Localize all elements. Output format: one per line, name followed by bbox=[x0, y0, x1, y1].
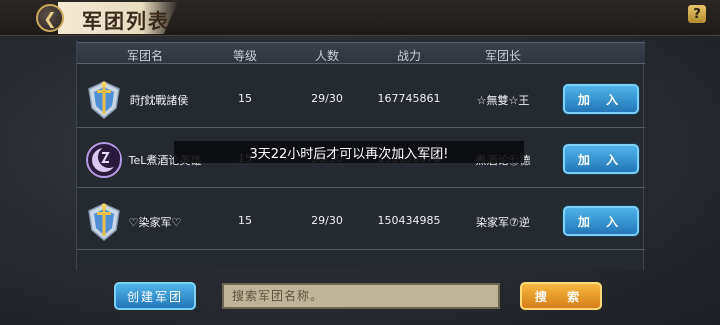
column-header-level: 等级 bbox=[232, 49, 258, 63]
guild-members: 29/30 bbox=[311, 92, 343, 105]
back-arrow-icon: ❮ bbox=[43, 8, 57, 28]
create-guild-button[interactable]: 创建军团 bbox=[114, 282, 196, 310]
guild-name: ♡染家军♡ bbox=[128, 216, 182, 229]
back-button[interactable]: ❮ bbox=[36, 4, 64, 32]
search-button[interactable]: 搜 索 bbox=[520, 282, 602, 310]
guild-search-input[interactable] bbox=[222, 283, 500, 309]
guild-members: 29/30 bbox=[311, 214, 343, 227]
shield-emblem-icon bbox=[88, 203, 120, 241]
guild-level: 15 bbox=[238, 92, 252, 105]
shield-emblem-icon bbox=[88, 81, 120, 119]
guild-leader: ☆無雙☆王 bbox=[476, 94, 530, 107]
guild-power: 150434985 bbox=[377, 214, 441, 227]
column-header-members: 人数 bbox=[314, 49, 340, 63]
join-button[interactable]: 加 入 bbox=[563, 206, 639, 236]
column-header-name: 军团名 bbox=[126, 49, 164, 63]
moon-emblem-icon bbox=[86, 142, 122, 178]
guild-power: 167745861 bbox=[377, 92, 441, 105]
help-button[interactable]: ? bbox=[688, 5, 706, 23]
column-header-leader: 军团长 bbox=[484, 49, 522, 63]
guild-name: 莳ƒ鈂戰諸侯 bbox=[129, 94, 189, 107]
table-row[interactable]: ♡染家军♡ 15 29/30 150434985 染家军⑦逆 加 入 bbox=[77, 192, 645, 250]
top-bar: ❮ 军团列表 ? bbox=[0, 0, 720, 36]
page-title: 军团列表 bbox=[82, 9, 170, 33]
join-button[interactable]: 加 入 bbox=[563, 84, 639, 114]
column-header-power: 战力 bbox=[396, 49, 422, 63]
toast-message: 3天22小时后才可以再次加入军团! bbox=[174, 141, 524, 163]
table-row[interactable]: 莳ƒ鈂戰諸侯 15 29/30 167745861 ☆無雙☆王 加 入 bbox=[77, 70, 645, 128]
join-button[interactable]: 加 入 bbox=[563, 144, 639, 174]
table-header: 军团名 等级 人数 战力 军团长 bbox=[77, 42, 645, 64]
guild-leader: 染家军⑦逆 bbox=[476, 216, 530, 229]
guild-level: 15 bbox=[238, 214, 252, 227]
